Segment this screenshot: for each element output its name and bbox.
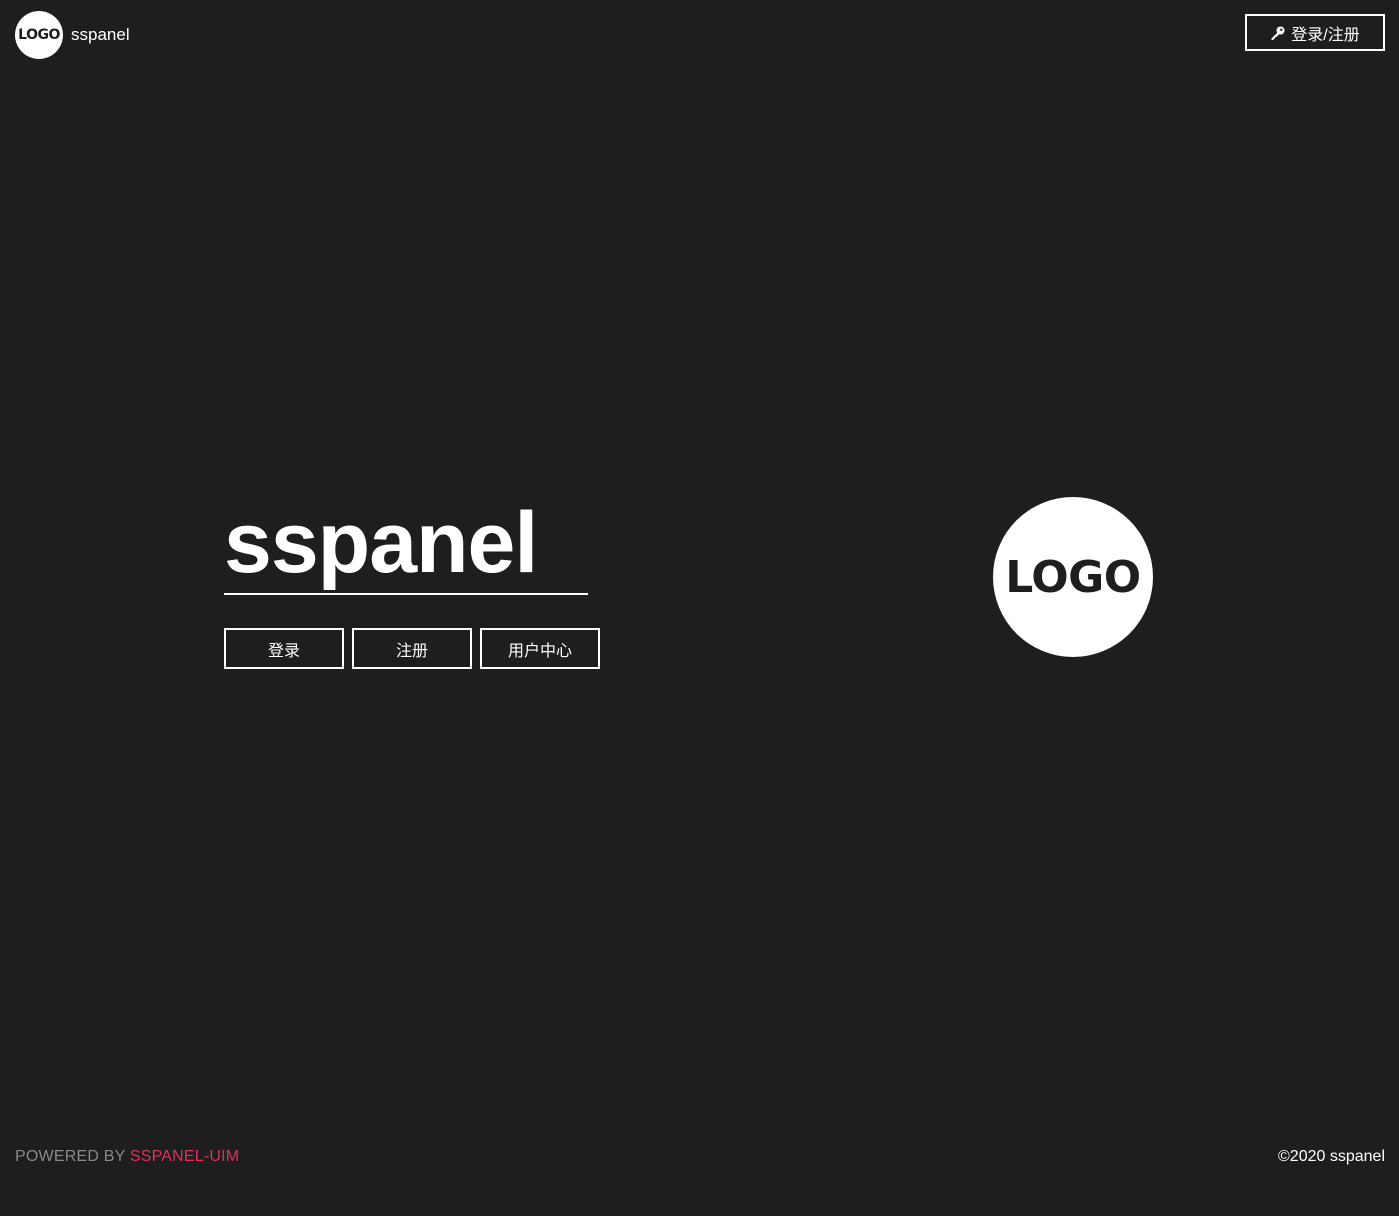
copyright: ©2020 sspanel	[1278, 1148, 1385, 1165]
hero-divider	[224, 593, 588, 595]
login-register-label: 登录/注册	[1291, 26, 1360, 44]
user-center-button[interactable]: 用户中心	[480, 628, 600, 669]
hero-logo: LOGO	[993, 497, 1153, 657]
powered-by: POWERED BY SSPANEL-UIM	[15, 1148, 239, 1166]
sspanel-uim-link[interactable]: SSPANEL-UIM	[130, 1148, 239, 1165]
logo-text: LOGO	[18, 27, 60, 43]
hero-title: sspanel	[224, 495, 538, 591]
powered-prefix: POWERED BY	[15, 1148, 130, 1165]
logo-icon: LOGO	[15, 11, 63, 59]
login-register-button[interactable]: 登录/注册	[1245, 14, 1385, 51]
brand-link[interactable]: LOGO sspanel	[15, 11, 130, 59]
hero-button-group: 登录 注册 用户中心	[224, 628, 608, 669]
login-button[interactable]: 登录	[224, 628, 344, 669]
brand-name: sspanel	[71, 25, 130, 44]
landing-page: LOGO sspanel 登录/注册 sspanel 登录 注册 用户中心 LO…	[0, 0, 1399, 1216]
hero-logo-text: LOGO	[1005, 551, 1141, 603]
register-button[interactable]: 注册	[352, 628, 472, 669]
key-icon	[1270, 25, 1286, 41]
